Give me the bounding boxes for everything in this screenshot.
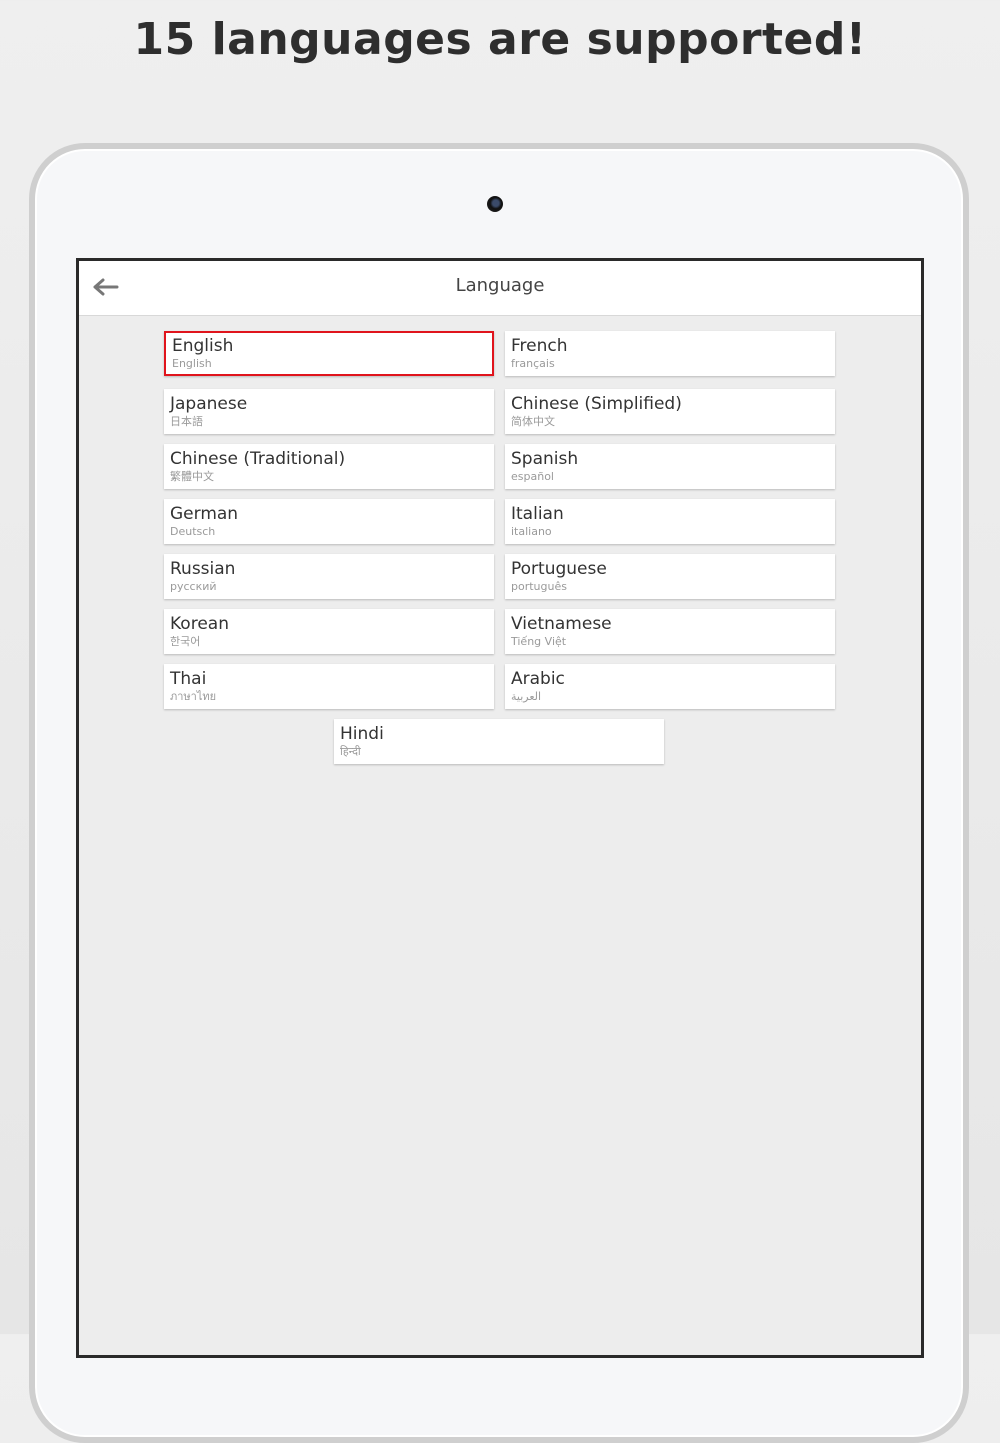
language-option-chinese-simplified[interactable]: Chinese (Simplified) 简体中文 xyxy=(505,389,835,434)
language-native-name: español xyxy=(511,470,554,483)
page-title: Language xyxy=(455,275,545,296)
language-name: Italian xyxy=(511,504,564,524)
language-name: Arabic xyxy=(511,669,565,689)
language-name: Hindi xyxy=(340,724,384,744)
language-option-thai[interactable]: Thai ภาษาไทย xyxy=(164,664,494,709)
language-native-name: 繁體中文 xyxy=(170,470,214,483)
language-native-name: italiano xyxy=(511,525,552,538)
language-option-vietnamese[interactable]: Vietnamese Tiếng Việt xyxy=(505,609,835,654)
language-native-name: हिन्दी xyxy=(340,745,361,758)
language-option-russian[interactable]: Russian русский xyxy=(164,554,494,599)
headline: 15 languages are supported! xyxy=(133,14,867,65)
language-option-chinese-traditional[interactable]: Chinese (Traditional) 繁體中文 xyxy=(164,444,494,489)
language-native-name: 简体中文 xyxy=(511,415,555,428)
language-native-name: 日本語 xyxy=(170,415,203,428)
language-native-name: English xyxy=(172,357,212,370)
language-native-name: ภาษาไทย xyxy=(170,690,217,703)
language-name: Vietnamese xyxy=(511,614,612,634)
language-option-english[interactable]: English English xyxy=(164,331,494,376)
language-name: Portuguese xyxy=(511,559,607,579)
camera-icon xyxy=(487,196,503,212)
language-native-name: français xyxy=(511,357,555,370)
language-name: English xyxy=(172,336,234,356)
language-option-spanish[interactable]: Spanish español xyxy=(505,444,835,489)
app-screen: Language English English French français… xyxy=(76,258,924,1358)
language-native-name: português xyxy=(511,580,567,593)
language-native-name: Deutsch xyxy=(170,525,216,538)
top-bar: Language xyxy=(79,261,921,316)
language-option-portuguese[interactable]: Portuguese português xyxy=(505,554,835,599)
language-name: Spanish xyxy=(511,449,579,469)
language-name: Korean xyxy=(170,614,229,634)
language-option-japanese[interactable]: Japanese 日本語 xyxy=(164,389,494,434)
language-name: Thai xyxy=(170,669,207,689)
language-option-arabic[interactable]: Arabic العربية xyxy=(505,664,835,709)
language-option-hindi[interactable]: Hindi हिन्दी xyxy=(334,719,664,764)
language-native-name: 한국어 xyxy=(170,635,201,648)
language-native-name: Tiếng Việt xyxy=(511,635,567,648)
language-option-italian[interactable]: Italian italiano xyxy=(505,499,835,544)
language-name: French xyxy=(511,336,568,356)
language-name: Chinese (Simplified) xyxy=(511,394,682,414)
language-name: Russian xyxy=(170,559,236,579)
language-option-korean[interactable]: Korean 한국어 xyxy=(164,609,494,654)
language-name: Japanese xyxy=(170,394,248,414)
language-name: German xyxy=(170,504,239,524)
language-native-name: русский xyxy=(170,580,217,593)
language-option-french[interactable]: French français xyxy=(505,331,835,376)
language-option-german[interactable]: German Deutsch xyxy=(164,499,494,544)
language-name: Chinese (Traditional) xyxy=(170,449,346,469)
language-native-name: العربية xyxy=(511,690,542,703)
